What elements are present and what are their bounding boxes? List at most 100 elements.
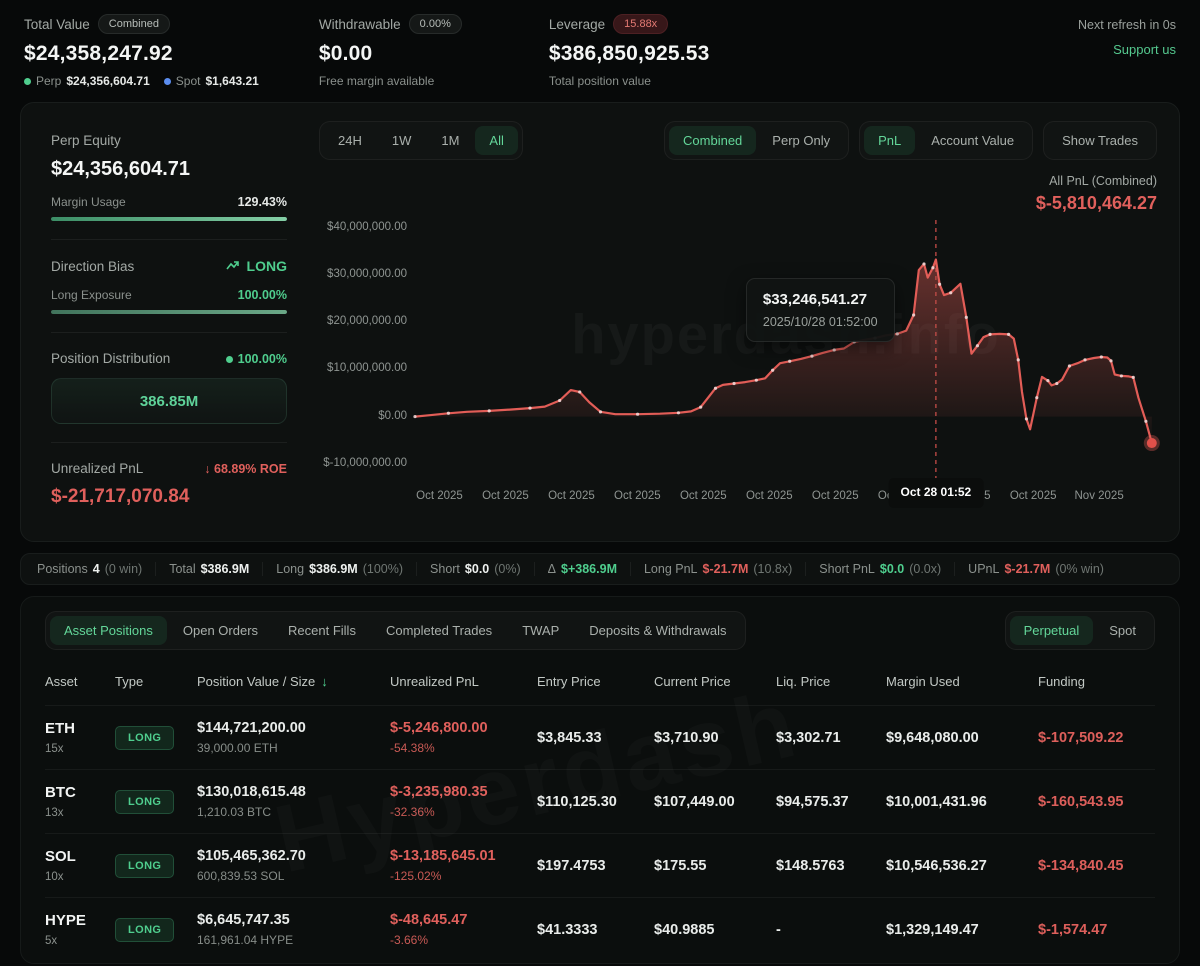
- tab-spot[interactable]: Spot: [1095, 616, 1150, 645]
- tab-open-orders[interactable]: Open Orders: [169, 616, 272, 645]
- unrealized-pnl-label: Unrealized PnL: [51, 461, 143, 476]
- col-unrealized-pnl[interactable]: Unrealized PnL: [390, 674, 537, 689]
- direction-bias-label: Direction Bias: [51, 259, 134, 274]
- col-liq-price[interactable]: Liq. Price: [776, 674, 886, 689]
- long-exposure-value: 100.00%: [238, 288, 287, 302]
- range-all-button[interactable]: All: [475, 126, 517, 155]
- pnl-chart[interactable]: $40,000,000.00$30,000,000.00$20,000,000.…: [319, 220, 1157, 510]
- long-badge: LONG: [115, 790, 174, 814]
- x-axis-tick: Oct 2025: [680, 490, 727, 502]
- leverage-subtext: Total position value: [549, 74, 651, 88]
- portfolio-chart-card: Perp Equity $24,356,604.71 Margin Usage …: [20, 102, 1180, 542]
- view-account-value-button[interactable]: Account Value: [917, 126, 1028, 155]
- mode-combined-button[interactable]: Combined: [669, 126, 756, 155]
- combined-badge[interactable]: Combined: [98, 14, 170, 34]
- all-pnl-value: $-5,810,464.27: [319, 193, 1157, 214]
- perp-equity-value: $24,356,604.71: [51, 158, 287, 181]
- tab-asset-positions[interactable]: Asset Positions: [50, 616, 167, 645]
- mode-selector: Combined Perp Only: [664, 121, 849, 160]
- long-exposure-label: Long Exposure: [51, 288, 132, 302]
- mode-perp-only-button[interactable]: Perp Only: [758, 126, 844, 155]
- col-type[interactable]: Type: [115, 674, 197, 689]
- col-margin-used[interactable]: Margin Used: [886, 674, 1038, 689]
- summary-long-pnl: Long PnL $-21.7M (10.8x): [630, 562, 805, 576]
- view-selector: PnL Account Value: [859, 121, 1033, 160]
- crosshair-date-badge: Oct 28 01:52: [889, 478, 984, 508]
- x-axis-tick: Oct 2025: [548, 490, 595, 502]
- tooltip-time: 2025/10/28 01:52:00: [763, 315, 878, 329]
- x-axis-tick: Oct 2025: [812, 490, 859, 502]
- range-1m-button[interactable]: 1M: [427, 126, 473, 155]
- long-badge: LONG: [115, 726, 174, 750]
- summary-long: Long $386.9M (100%): [262, 562, 416, 576]
- x-axis-tick: Oct 2025: [416, 490, 463, 502]
- range-24h-button[interactable]: 24H: [324, 126, 376, 155]
- col-entry-price[interactable]: Entry Price: [537, 674, 654, 689]
- col-position-value[interactable]: Position Value / Size↓: [197, 674, 390, 689]
- show-trades-group: Show Trades: [1043, 121, 1157, 160]
- table-header-row: Asset Type Position Value / Size↓ Unreal…: [45, 660, 1155, 705]
- positions-tabs: Asset Positions Open Orders Recent Fills…: [45, 611, 746, 650]
- direction-bias-value: LONG: [226, 258, 287, 274]
- tab-perpetual[interactable]: Perpetual: [1010, 616, 1094, 645]
- y-axis-tick: $10,000,000.00: [319, 362, 407, 374]
- leverage-value: $386,850,925.53: [549, 42, 719, 66]
- position-distribution-label: Position Distribution: [51, 351, 170, 366]
- col-asset[interactable]: Asset: [45, 674, 115, 689]
- leverage-block: Leverage 15.88x $386,850,925.53 Total po…: [549, 14, 719, 88]
- leverage-badge: 15.88x: [613, 14, 668, 34]
- summary-delta: Δ $+386.9M: [534, 562, 630, 576]
- perp-dot-icon: [24, 78, 31, 85]
- x-axis-tick: Oct 2025: [746, 490, 793, 502]
- y-axis-tick: $40,000,000.00: [319, 221, 407, 233]
- support-us-link[interactable]: Support us: [1078, 42, 1176, 57]
- spot-dot-icon: [164, 78, 171, 85]
- position-distribution-box[interactable]: 386.85M: [51, 378, 287, 424]
- table-row-hype[interactable]: HYPE5x LONG $6,645,747.35161,961.04 HYPE…: [45, 897, 1155, 961]
- market-type-tabs: Perpetual Spot: [1005, 611, 1155, 650]
- table-row-sol[interactable]: SOL10x LONG $105,465,362.70600,839.53 SO…: [45, 833, 1155, 897]
- view-pnl-button[interactable]: PnL: [864, 126, 915, 155]
- tab-twap[interactable]: TWAP: [508, 616, 573, 645]
- summary-upnl: UPnL $-21.7M (0% win): [954, 562, 1117, 576]
- withdrawable-label: Withdrawable: [319, 17, 401, 32]
- perp-equity-label: Perp Equity: [51, 133, 287, 148]
- margin-usage-bar: [51, 217, 287, 221]
- x-axis-tick: Oct 2025: [1010, 490, 1057, 502]
- withdrawable-block: Withdrawable 0.00% $0.00 Free margin ava…: [319, 14, 489, 88]
- y-axis-tick: $0.00: [319, 410, 407, 422]
- long-exposure-bar: [51, 310, 287, 314]
- summary-short-pnl: Short PnL $0.0 (0.0x): [805, 562, 954, 576]
- range-selector: 24H 1W 1M All: [319, 121, 523, 160]
- positions-card: Hyperdash Asset Positions Open Orders Re…: [20, 596, 1180, 964]
- leverage-label: Leverage: [549, 17, 605, 32]
- withdrawable-pct-badge: 0.00%: [409, 14, 462, 34]
- y-axis-tick: $30,000,000.00: [319, 268, 407, 280]
- col-funding[interactable]: Funding: [1038, 674, 1155, 689]
- table-row-btc[interactable]: BTC13x LONG $130,018,615.481,210.03 BTC …: [45, 769, 1155, 833]
- tooltip-value: $33,246,541.27: [763, 291, 878, 308]
- col-current-price[interactable]: Current Price: [654, 674, 776, 689]
- summary-positions: Positions 4 (0 win): [37, 562, 155, 576]
- arrow-down-icon: ↓: [204, 462, 210, 476]
- tab-recent-fills[interactable]: Recent Fills: [274, 616, 370, 645]
- all-pnl-label: All PnL (Combined): [319, 174, 1157, 188]
- tab-deposits-withdrawals[interactable]: Deposits & Withdrawals: [575, 616, 740, 645]
- x-axis-tick: Nov 2025: [1074, 490, 1123, 502]
- chart-section: 24H 1W 1M All Combined Perp Only PnL Acc…: [313, 103, 1179, 541]
- margin-usage-value: 129.43%: [238, 195, 287, 209]
- spot-breakdown: Spot$1,643.21: [164, 74, 259, 88]
- show-trades-button[interactable]: Show Trades: [1048, 126, 1152, 155]
- withdrawable-subtext: Free margin available: [319, 74, 434, 88]
- tab-completed-trades[interactable]: Completed Trades: [372, 616, 506, 645]
- total-value: $24,358,247.92: [24, 42, 259, 66]
- summary-total: Total $386.9M: [155, 562, 262, 576]
- equity-panel: Perp Equity $24,356,604.71 Margin Usage …: [21, 103, 313, 541]
- position-distribution-pct: 100.00%: [226, 352, 287, 366]
- distribution-dot-icon: [226, 356, 233, 363]
- sort-desc-icon: ↓: [321, 674, 328, 689]
- table-row-eth[interactable]: ETH15x LONG $144,721,200.0039,000.00 ETH…: [45, 705, 1155, 769]
- range-1w-button[interactable]: 1W: [378, 126, 426, 155]
- summary-short: Short $0.0 (0%): [416, 562, 534, 576]
- refresh-countdown: Next refresh in 0s: [1078, 18, 1176, 32]
